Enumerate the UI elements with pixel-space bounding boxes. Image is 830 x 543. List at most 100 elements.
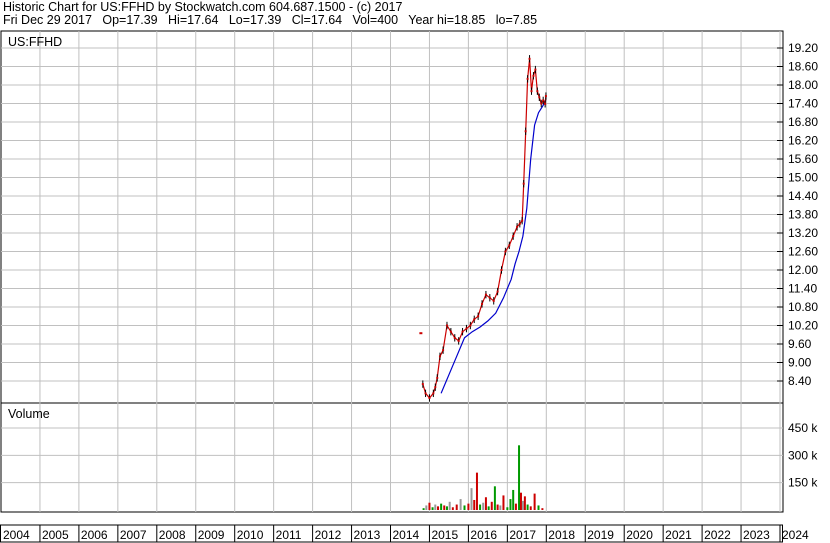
price-y-tick-label: 12.00 xyxy=(788,263,818,277)
volume-bar xyxy=(526,504,529,510)
price-point xyxy=(536,90,539,93)
price-point xyxy=(473,318,476,321)
volume-bar xyxy=(459,499,462,510)
volume-y-tick-label: 150 k xyxy=(788,476,818,490)
price-y-tick-label: 14.40 xyxy=(788,189,818,203)
price-point xyxy=(496,290,499,293)
x-tick-label: 2012 xyxy=(315,528,342,542)
volume-bar xyxy=(514,503,517,510)
price-point xyxy=(434,386,437,389)
x-tick-label: 2010 xyxy=(237,528,264,542)
price-point xyxy=(518,222,521,225)
price-point xyxy=(488,296,491,299)
volume-y-tick-label: 450 k xyxy=(788,421,818,435)
price-y-tick-label: 17.40 xyxy=(788,97,818,111)
price-point xyxy=(542,99,545,102)
price-point xyxy=(508,244,511,247)
volume-bar xyxy=(502,495,505,510)
volume-bar xyxy=(509,499,512,510)
price-point xyxy=(522,182,525,185)
price-point xyxy=(516,225,519,228)
x-tick-label: 2024 xyxy=(782,528,809,542)
price-y-tick-label: 13.20 xyxy=(788,226,818,240)
price-point xyxy=(428,396,431,399)
volume-bar xyxy=(437,506,440,510)
x-tick-label: 2023 xyxy=(743,528,770,542)
volume-bar xyxy=(490,501,493,510)
volume-bar xyxy=(496,504,499,510)
volume-bar xyxy=(467,503,470,510)
price-y-tick-label: 8.40 xyxy=(788,374,812,388)
x-tick-label: 2021 xyxy=(665,528,692,542)
volume-bar xyxy=(537,505,540,510)
price-y-tick-label: 13.80 xyxy=(788,208,818,222)
volume-bar xyxy=(448,501,451,510)
volume-bar xyxy=(463,505,466,510)
volume-bar xyxy=(440,503,443,510)
price-panel-title: US:FFHD xyxy=(8,35,62,49)
x-tick-label: 2018 xyxy=(548,528,575,542)
x-tick-label: 2011 xyxy=(276,528,302,542)
price-point xyxy=(461,330,464,333)
x-tick-label: 2009 xyxy=(198,528,225,542)
volume-bar xyxy=(479,504,482,510)
price-point xyxy=(453,336,456,339)
x-tick-label: 2020 xyxy=(626,528,653,542)
price-outlier-point xyxy=(419,332,423,335)
price-point xyxy=(504,250,507,253)
volume-bar xyxy=(470,488,473,510)
volume-y-tick-label: 300 k xyxy=(788,448,818,462)
price-y-tick-label: 10.20 xyxy=(788,319,818,333)
price-point xyxy=(544,102,547,105)
x-tick-label: 2007 xyxy=(120,528,147,542)
x-tick-label: 2013 xyxy=(354,528,381,542)
price-point xyxy=(477,315,480,318)
stock-chart: 2004 2005 2006 2007 2008 2009 2010 2011 2012 2013… xyxy=(0,30,818,543)
volume-bar xyxy=(487,506,490,510)
volume-bar xyxy=(475,472,478,510)
price-point xyxy=(540,102,543,105)
price-point xyxy=(438,355,441,358)
price-y-tick-label: 18.00 xyxy=(788,78,818,92)
volume-bar xyxy=(451,507,454,510)
price-point xyxy=(534,68,537,71)
price-point xyxy=(544,95,547,98)
price-point xyxy=(512,235,515,238)
volume-bar xyxy=(493,486,496,510)
price-point xyxy=(465,327,468,330)
price-y-tick-label: 9.00 xyxy=(788,356,812,370)
volume-bar xyxy=(431,507,434,510)
volume-bar xyxy=(533,493,536,510)
price-point xyxy=(424,392,427,395)
volume-bar xyxy=(473,499,476,510)
price-y-tick-label: 12.60 xyxy=(788,245,818,259)
price-point xyxy=(421,383,424,386)
x-tick-label: 2016 xyxy=(470,528,497,542)
price-point xyxy=(457,339,460,342)
volume-bar xyxy=(484,497,487,510)
volume-bar xyxy=(434,504,437,510)
price-point xyxy=(528,57,531,60)
x-tick-label: 2005 xyxy=(42,528,69,542)
price-y-tick-label: 18.60 xyxy=(788,60,818,74)
price-y-tick-label: 15.60 xyxy=(788,152,818,166)
price-point xyxy=(442,349,445,352)
volume-bar xyxy=(443,505,446,510)
volume-bar xyxy=(529,506,532,510)
volume-panel-title: Volume xyxy=(8,407,50,421)
price-point xyxy=(530,90,533,93)
volume-bar xyxy=(445,506,448,510)
price-y-tick-label: 10.80 xyxy=(788,300,818,314)
x-tick-label: 2019 xyxy=(587,528,614,542)
volume-bar xyxy=(499,505,502,510)
price-point xyxy=(484,293,487,296)
volume-bar xyxy=(541,508,544,510)
price-point xyxy=(532,74,535,77)
x-tick-label: 2017 xyxy=(509,528,536,542)
price-point xyxy=(432,392,435,395)
price-y-tick-label: 16.80 xyxy=(788,115,818,129)
x-tick-label: 2014 xyxy=(393,528,420,542)
price-y-tick-label: 16.20 xyxy=(788,134,818,148)
x-tick-label: 2015 xyxy=(431,528,458,542)
price-point xyxy=(481,302,484,305)
